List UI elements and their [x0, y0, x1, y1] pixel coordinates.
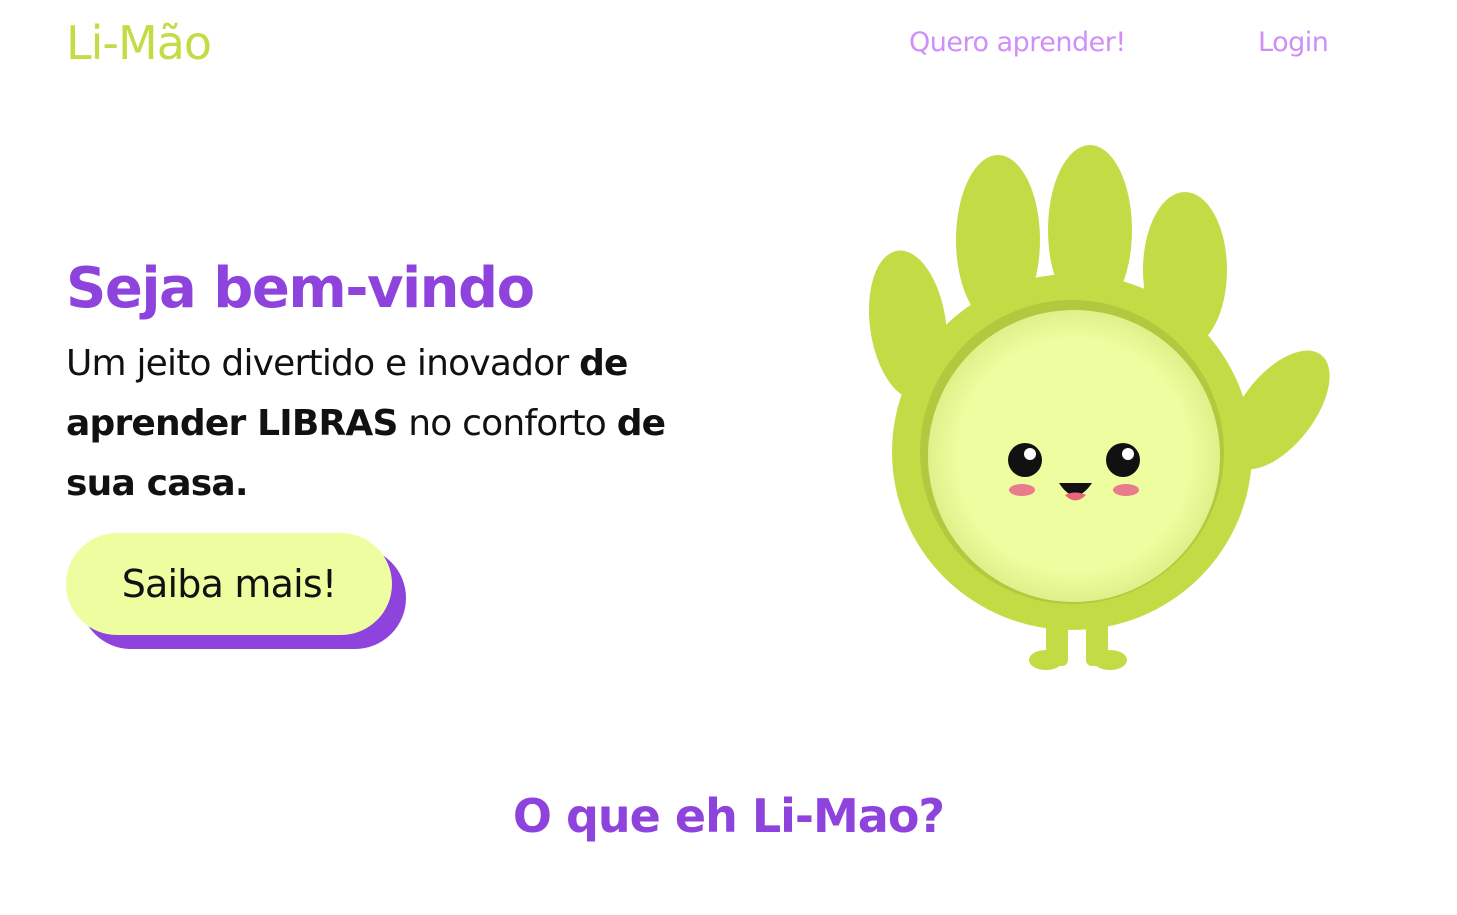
nav-link-login[interactable]: Login: [1258, 26, 1329, 60]
saiba-mais-button[interactable]: Saiba mais!: [66, 533, 392, 635]
hero-description: Um jeito divertido e inovador de aprende…: [66, 334, 736, 514]
hero-text-part-1: Um jeito divertido e inovador: [66, 343, 580, 384]
mascot-hand: [868, 145, 1330, 670]
saiba-mais-wrapper: Saiba mais!: [66, 533, 408, 651]
section-title-o-que-eh: O que eh Li-Mao?: [512, 789, 945, 843]
hero-text-part-3: no conforto: [397, 403, 617, 444]
logo[interactable]: Li-Mão: [66, 14, 212, 72]
nav-link-quero-aprender[interactable]: Quero aprender!: [909, 26, 1126, 60]
hero-title: Seja bem-vindo: [66, 256, 535, 321]
landing-page: Li-Mão Quero aprender! Login Seja bem-vi…: [0, 0, 1457, 915]
smiling-hand-mascot-icon: [868, 145, 1330, 670]
